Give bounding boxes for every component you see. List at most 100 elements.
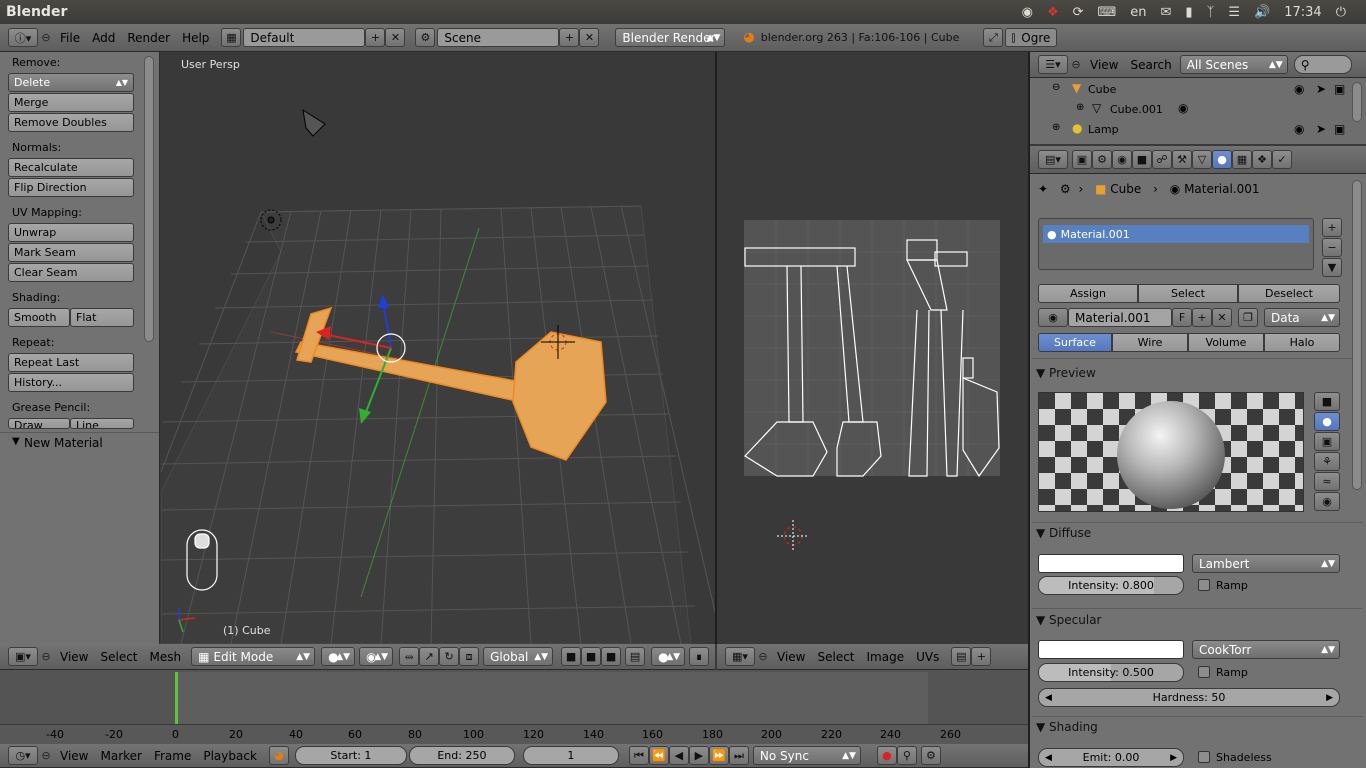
jump-start-icon[interactable]: ⏮ [628, 746, 649, 765]
tab-surface[interactable]: Surface [1038, 333, 1112, 352]
menu-file[interactable]: File [54, 31, 86, 45]
line-button[interactable]: Line [70, 418, 134, 429]
proportional-edit-dropdown[interactable]: ● ▲▼ [651, 647, 686, 666]
ogre-checkbox[interactable] [1012, 32, 1016, 43]
outliner-row-lamp[interactable]: ⊕ ● Lamp ◉ ➤ ▣ [1030, 120, 1350, 140]
collapse-icon[interactable]: ⊖ [755, 647, 771, 666]
mail-icon[interactable]: ✉ [1161, 5, 1172, 20]
pin-icon[interactable]: ✦ [1038, 182, 1048, 196]
outliner-item-label[interactable]: Lamp [1088, 123, 1119, 136]
mark-seam-button[interactable]: Mark Seam [8, 243, 134, 262]
world-tab-icon[interactable]: ◉ [1112, 150, 1132, 169]
menu-render[interactable]: Render [121, 31, 176, 45]
clear-seam-button[interactable]: Clear Seam [8, 263, 134, 282]
diffuse-intensity-slider[interactable]: Intensity: 0.800 [1038, 576, 1184, 595]
new-material-label[interactable]: New Material [24, 436, 103, 450]
increment-icon[interactable]: ▶ [1170, 753, 1177, 763]
visibility-icon[interactable]: ◉ [1294, 122, 1304, 136]
jump-end-icon[interactable]: ⏭ [728, 746, 749, 765]
recalculate-button[interactable]: Recalculate [8, 158, 134, 177]
outliner-search-input[interactable]: ⚲ [1293, 55, 1352, 74]
menu-select[interactable]: Select [94, 650, 143, 664]
layer-2-icon[interactable]: ■ [581, 647, 602, 666]
render-tab-icon[interactable]: ▣ [1072, 150, 1092, 169]
jump-keyframe-back-icon[interactable]: ⏪ [648, 746, 669, 765]
toolshelf-scrollbar[interactable] [144, 56, 154, 342]
translate-manipulator-icon[interactable]: ↗ [419, 647, 440, 666]
outliner-row-mesh[interactable]: ⊕ ▽ Cube.001 ◉ [1030, 100, 1350, 120]
preview-flat-icon[interactable]: ■ [1314, 392, 1340, 411]
render-engine-dropdown[interactable]: Blender Render ▲▼ [615, 28, 726, 47]
orientation-dropdown[interactable]: Global ▲▼ [483, 647, 554, 666]
add-scene-icon[interactable]: + [559, 28, 580, 47]
visibility-icon[interactable]: ◉ [1294, 82, 1304, 96]
repeat-last-button[interactable]: Repeat Last [8, 353, 134, 372]
start-frame-field[interactable]: Start: 1 [294, 746, 407, 765]
uv-menu-view[interactable]: View [771, 650, 811, 664]
shadeless-checkbox[interactable] [1198, 751, 1210, 763]
modifiers-tab-icon[interactable]: ⚒ [1172, 150, 1192, 169]
particles-tab-icon[interactable]: ❖ [1252, 150, 1272, 169]
manipulator-toggle-icon[interactable]: ⥈ [399, 647, 420, 666]
unwrap-button[interactable]: Unwrap [8, 223, 134, 242]
rotate-manipulator-icon[interactable]: ↻ [439, 647, 460, 666]
info-editor-type-icon[interactable]: ⓘ▾ [8, 28, 38, 47]
scene-icon[interactable]: ⚙ [415, 28, 436, 47]
fullscreen-icon[interactable]: ⤢ [983, 28, 1004, 47]
end-frame-field[interactable]: End: 250 [408, 746, 515, 765]
selectable-icon[interactable]: ➤ [1316, 122, 1326, 136]
assign-button[interactable]: Assign [1038, 284, 1138, 303]
bluetooth-icon[interactable]: ᛉ [1207, 5, 1215, 20]
menu-view[interactable]: View [54, 650, 94, 664]
pivot-dropdown[interactable]: ◉ ▲▼ [359, 647, 394, 666]
delete-dropdown[interactable]: Delete ▲▼ [8, 73, 134, 92]
current-frame-marker[interactable] [175, 672, 178, 724]
record-icon[interactable]: ● [876, 746, 897, 765]
keying-set-icon[interactable]: ⚲ [896, 746, 917, 765]
browse-material-icon[interactable]: ◉ [1038, 308, 1068, 327]
outliner-display-dropdown[interactable]: All Scenes ▲▼ [1179, 55, 1288, 74]
outliner-menu-search[interactable]: Search [1124, 58, 1177, 72]
unlink-material-icon[interactable]: ✕ [1212, 308, 1232, 327]
browse-image-icon[interactable]: ▤ [951, 647, 972, 666]
material-slot-list[interactable]: ● Material.001 [1038, 218, 1314, 270]
texture-tab-icon[interactable]: ▦ [1232, 150, 1252, 169]
render-icon[interactable]: ▣ [1334, 122, 1345, 136]
uv-menu-image[interactable]: Image [861, 650, 911, 664]
history-button[interactable]: History... [8, 373, 134, 392]
scene-tab-icon[interactable]: ⚙ [1092, 150, 1112, 169]
selectable-icon[interactable]: ➤ [1316, 82, 1326, 96]
play-icon[interactable]: ▶ [688, 746, 709, 765]
tab-volume[interactable]: Volume [1188, 333, 1264, 352]
properties-editor-type-icon[interactable]: ▤▾ [1038, 150, 1068, 169]
expand-icon[interactable]: ⊕ [1076, 102, 1084, 113]
remove-slot-icon[interactable]: − [1322, 238, 1342, 257]
preview-range-icon[interactable]: ◕ [268, 746, 289, 765]
diffuse-shader-dropdown[interactable]: Lambert ▲▼ [1192, 554, 1340, 573]
timeline-frame-area[interactable] [176, 672, 928, 724]
volume-icon[interactable]: 🔊 [1254, 5, 1270, 20]
copy-material-icon[interactable]: ❐ [1238, 308, 1258, 327]
hardness-field[interactable]: ◀ Hardness: 50 ▶ [1038, 688, 1340, 707]
preview-world-icon[interactable]: ◉ [1314, 492, 1340, 511]
timeline-menu-playback[interactable]: Playback [197, 749, 263, 763]
diffuse-color-swatch[interactable] [1038, 554, 1184, 573]
material-slot-item[interactable]: ● Material.001 [1043, 225, 1309, 243]
physics-tab-icon[interactable]: ✓ [1272, 150, 1292, 169]
outliner-scrollbar[interactable] [1352, 82, 1362, 122]
add-material-icon[interactable]: + [1192, 308, 1212, 327]
collapse-icon[interactable]: ⊖ [1068, 55, 1084, 74]
snap-icon[interactable]: ∎ [689, 647, 710, 666]
select-button[interactable]: Select [1138, 284, 1238, 303]
specular-intensity-slider[interactable]: Intensity: 0.500 [1038, 663, 1184, 682]
preview-panel-header[interactable]: ▼ Preview [1036, 366, 1096, 380]
remove-layout-icon[interactable]: ✕ [385, 28, 406, 47]
tab-wire[interactable]: Wire [1112, 333, 1188, 352]
expand-icon[interactable]: ⊖ [1052, 82, 1060, 93]
ogre-button[interactable]: Ogre [1005, 28, 1058, 47]
keyframe-insert-icon[interactable]: ⚙ [920, 746, 941, 765]
screen-layout-icon[interactable]: ▦ [221, 28, 242, 47]
specular-panel-header[interactable]: ▼ Specular [1036, 613, 1102, 627]
diffuse-panel-header[interactable]: ▼ Diffuse [1036, 526, 1091, 540]
emit-field[interactable]: ◀ Emit: 0.00 ▶ [1038, 748, 1184, 767]
